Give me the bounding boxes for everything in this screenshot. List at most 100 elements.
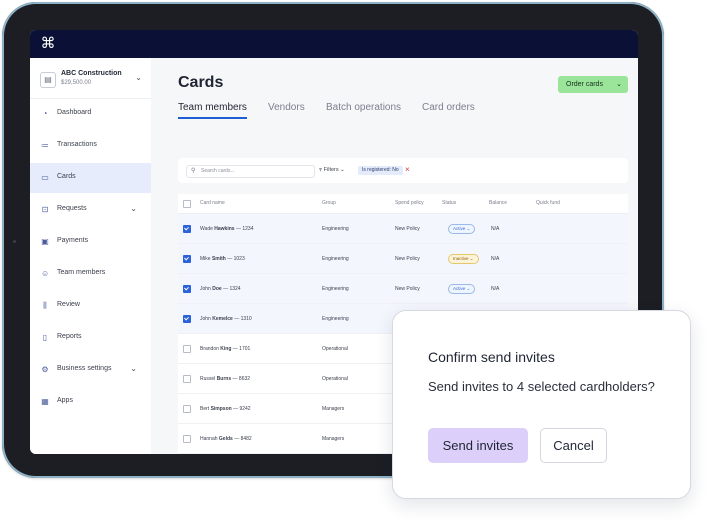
review-icon: ⫼	[43, 301, 47, 310]
sidebar-item-requests[interactable]: ⊡ Requests ⌄	[30, 195, 151, 225]
cardholder-first-name: Russel	[200, 376, 216, 382]
dialog-title: Confirm send invites	[428, 349, 555, 365]
chevron-down-icon: ⌄	[616, 81, 622, 88]
chevron-down-icon: ⌄	[468, 256, 474, 261]
status-badge[interactable]: Active ⌄	[448, 284, 476, 294]
cardholder-last-name: Hawkins	[214, 226, 235, 232]
select-all-checkbox[interactable]	[183, 200, 191, 208]
card-last-digits: — 1324	[223, 286, 241, 292]
org-switcher[interactable]: ▤ ABC Construction $29,500.00 ⌄	[40, 68, 144, 94]
camera-dot	[13, 240, 16, 243]
top-bar: ⌘	[30, 30, 638, 58]
filters-button[interactable]: ⫧ Filters ⌄	[319, 167, 345, 174]
cardholder-first-name: Brandon	[200, 346, 219, 352]
order-cards-button[interactable]: Order cards ⌄	[558, 76, 628, 93]
status-label: Active	[453, 286, 466, 291]
sidebar-item-label: Dashboard	[57, 109, 92, 116]
payments-icon: ▣	[41, 237, 49, 246]
sidebar-item-business-settings[interactable]: ⚙ Business settings ⌄	[30, 355, 151, 385]
card-last-digits: — 9242	[233, 406, 251, 412]
card-last-digits: — 1310	[234, 316, 252, 322]
sidebar-item-label: Apps	[57, 397, 73, 404]
card-name-cell: Brandon King — 1701	[200, 346, 250, 352]
search-input[interactable]: ⚲ Search cards...	[186, 165, 315, 178]
group-cell: Engineering	[322, 256, 349, 262]
row-checkbox[interactable]	[183, 315, 191, 323]
card-last-digits: — 1023	[227, 256, 245, 262]
dashboard-icon: ◔	[42, 109, 48, 118]
team-icon: ☺	[41, 269, 50, 278]
column-spend-policy[interactable]: Spend policy	[395, 200, 424, 206]
card-name-cell: Wade Hawkins — 1234	[200, 226, 253, 232]
table-row[interactable]: Mike Smith — 1023 Engineering New Policy In…	[178, 244, 628, 274]
send-invites-button[interactable]: Send invites	[428, 428, 528, 463]
tab-team-members[interactable]: Team members	[178, 102, 247, 119]
cardholder-last-name: Doe	[212, 286, 222, 292]
balance-cell: N/A	[491, 286, 500, 292]
cardholder-last-name: King	[220, 346, 232, 352]
confirm-dialog: Confirm send invites Send invites to 4 s…	[392, 310, 691, 499]
balance-cell: N/A	[491, 226, 500, 232]
row-checkbox[interactable]	[183, 225, 191, 233]
table-row[interactable]: John Doe — 1324 Engineering New Policy Acti…	[178, 274, 628, 304]
card-name-cell: John Doe — 1324	[200, 286, 241, 292]
close-icon[interactable]: ×	[405, 165, 410, 174]
column-card-name[interactable]: Card name	[200, 200, 225, 206]
tab-batch-operations[interactable]: Batch operations	[326, 102, 401, 117]
table-row[interactable]: Wade Hawkins — 1234 Engineering New Policy…	[178, 214, 628, 244]
card-last-digits: — 8632	[232, 376, 251, 382]
cancel-button[interactable]: Cancel	[540, 428, 607, 463]
column-balance[interactable]: Balance	[489, 200, 507, 206]
cardholder-first-name: John	[200, 286, 211, 292]
sidebar-item-label: Transactions	[57, 141, 97, 148]
card-name-cell: Mike Smith — 1023	[200, 256, 245, 262]
sidebar-item-label: Business settings	[57, 365, 112, 372]
sidebar-item-label: Payments	[57, 237, 89, 244]
spend-policy-cell: New Policy	[395, 256, 420, 262]
sidebar-item-reports[interactable]: ▯ Reports	[30, 323, 151, 353]
sidebar-item-payments[interactable]: ▣ Payments	[30, 227, 151, 257]
sidebar-item-team-members[interactable]: ☺ Team members	[30, 259, 151, 289]
chevron-down-icon: ⌄	[465, 286, 471, 291]
sidebar-item-review[interactable]: ⫼ Review	[30, 291, 151, 321]
chevron-down-icon: ⌄	[135, 73, 142, 82]
logo-icon[interactable]: ⌘	[40, 36, 56, 52]
card-last-digits: — 1234	[235, 226, 254, 232]
sidebar-item-cards[interactable]: ▭ Cards	[30, 163, 151, 193]
status-badge[interactable]: Inactive ⌄	[448, 254, 479, 264]
row-checkbox[interactable]	[183, 375, 191, 383]
cardholder-first-name: Hannah	[200, 436, 218, 442]
row-checkbox[interactable]	[183, 345, 191, 353]
building-icon: ▤	[40, 72, 56, 88]
cardholder-first-name: John	[200, 316, 211, 322]
column-status[interactable]: Status	[442, 200, 456, 206]
tab-vendors[interactable]: Vendors	[268, 102, 305, 117]
group-cell: Operational	[322, 376, 348, 382]
status-badge[interactable]: Active ⌄	[448, 224, 476, 234]
tab-bar: Team members Vendors Batch operations Ca…	[178, 102, 638, 122]
reports-icon: ▯	[42, 333, 48, 342]
sidebar-item-dashboard[interactable]: ◔ Dashboard	[30, 99, 151, 129]
sidebar-item-transactions[interactable]: ≔ Transactions	[30, 131, 151, 161]
tab-card-orders[interactable]: Card orders	[422, 102, 475, 117]
sidebar: ▤ ABC Construction $29,500.00 ⌄ ◔ Dashbo…	[30, 58, 152, 454]
row-checkbox[interactable]	[183, 435, 191, 443]
sidebar-item-label: Review	[57, 301, 80, 308]
row-checkbox[interactable]	[183, 285, 191, 293]
card-icon: ▭	[41, 173, 49, 182]
card-last-digits: — 1701	[232, 346, 251, 352]
column-group[interactable]: Group	[322, 200, 336, 206]
column-quick-fund[interactable]: Quick fund	[536, 200, 560, 206]
row-checkbox[interactable]	[183, 405, 191, 413]
dialog-message: Send invites to 4 selected cardholders?	[428, 379, 655, 394]
balance-cell: N/A	[491, 256, 500, 262]
card-last-digits: — 8482	[234, 436, 252, 442]
filter-chip[interactable]: Is registered: No	[358, 166, 403, 175]
group-cell: Operational	[322, 346, 348, 352]
row-checkbox[interactable]	[183, 255, 191, 263]
chevron-down-icon: ⌄	[130, 204, 137, 213]
chevron-down-icon: ⌄	[130, 364, 137, 373]
chevron-down-icon: ⌄	[465, 226, 471, 231]
card-name-cell: Hannah Gelds — 8482	[200, 436, 252, 442]
sidebar-item-apps[interactable]: ▦ Apps	[30, 387, 151, 417]
